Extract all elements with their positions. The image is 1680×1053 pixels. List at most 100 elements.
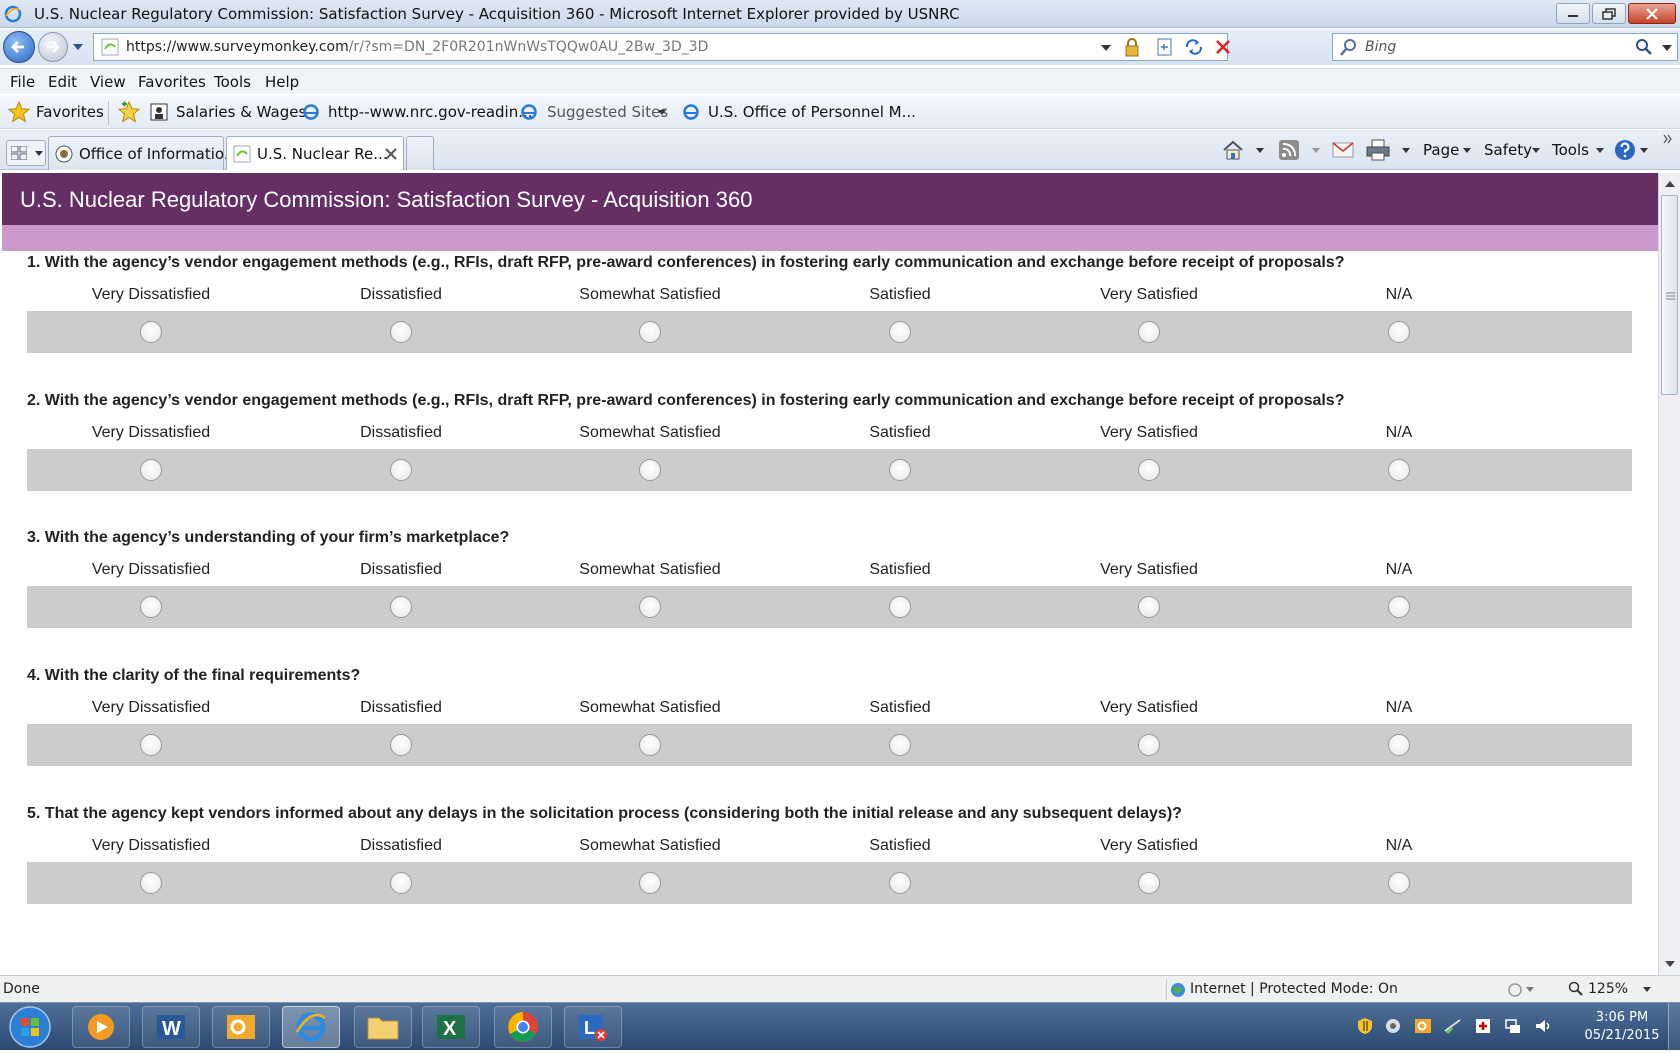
safety-menu[interactable]: Safety: [1484, 141, 1532, 159]
taskbar-chrome[interactable]: [494, 1006, 552, 1048]
close-window-button[interactable]: [1628, 3, 1676, 24]
lock-icon[interactable]: [1124, 37, 1140, 57]
home-icon[interactable]: [1222, 140, 1244, 160]
taskbar-outlook[interactable]: [212, 1006, 270, 1048]
radio-dissatisfied[interactable]: [390, 872, 412, 894]
quick-tabs-button[interactable]: [6, 140, 46, 166]
safety-dropdown-icon[interactable]: [1532, 148, 1540, 154]
favorite-opm[interactable]: U.S. Office of Personnel M...: [708, 103, 916, 121]
favorite-nrc-gov[interactable]: http--www.nrc.gov-readin...: [328, 103, 533, 121]
taskbar-excel[interactable]: X: [422, 1006, 480, 1048]
feeds-icon[interactable]: [1278, 139, 1300, 161]
menu-view[interactable]: View: [90, 73, 126, 91]
restore-button[interactable]: [1592, 3, 1626, 24]
taskbar-internet-explorer[interactable]: [282, 1006, 340, 1048]
tools-dropdown-icon[interactable]: [1596, 148, 1604, 154]
minimize-button[interactable]: [1556, 3, 1590, 24]
radio-dissatisfied[interactable]: [390, 734, 412, 756]
system-clock[interactable]: 3:06 PM 05/21/2015: [1574, 1009, 1670, 1045]
radio-dissatisfied[interactable]: [390, 596, 412, 618]
security-zone-text[interactable]: Internet | Protected Mode: On: [1190, 981, 1398, 997]
favorites-star-icon[interactable]: [8, 101, 30, 123]
toolbar-overflow-icon[interactable]: [1663, 134, 1673, 144]
recent-pages-dropdown-icon[interactable]: [72, 42, 84, 52]
radio-na[interactable]: [1388, 459, 1410, 481]
tab-us-nuclear-regulatory[interactable]: U.S. Nuclear Re...: [226, 136, 404, 170]
tray-volume-icon[interactable]: [1534, 1017, 1552, 1035]
menu-edit[interactable]: Edit: [48, 73, 77, 91]
scrollbar-thumb[interactable]: [1661, 195, 1678, 395]
back-button[interactable]: [3, 31, 35, 63]
radio-very-dissatisfied[interactable]: [140, 872, 162, 894]
menu-help[interactable]: Help: [265, 73, 299, 91]
close-tab-icon[interactable]: [385, 148, 397, 160]
tools-menu[interactable]: Tools: [1552, 141, 1589, 159]
protected-mode-options-icon[interactable]: [1508, 982, 1534, 998]
menu-favorites[interactable]: Favorites: [138, 73, 206, 91]
taskbar-lync[interactable]: L: [564, 1006, 622, 1048]
radio-satisfied[interactable]: [889, 734, 911, 756]
radio-very-dissatisfied[interactable]: [140, 321, 162, 343]
radio-very-dissatisfied[interactable]: [140, 459, 162, 481]
print-icon[interactable]: [1366, 139, 1390, 161]
stop-icon[interactable]: [1214, 38, 1232, 56]
radio-very-satisfied[interactable]: [1138, 321, 1160, 343]
radio-dissatisfied[interactable]: [390, 321, 412, 343]
menu-file[interactable]: File: [10, 73, 35, 91]
radio-very-satisfied[interactable]: [1138, 734, 1160, 756]
taskbar-word[interactable]: W: [142, 1006, 200, 1048]
radio-very-satisfied[interactable]: [1138, 872, 1160, 894]
chevron-down-icon[interactable]: [657, 109, 667, 117]
favorites-button[interactable]: Favorites: [36, 103, 104, 121]
favorite-suggested-sites[interactable]: Suggested Sites: [547, 103, 668, 121]
read-mail-icon[interactable]: [1332, 142, 1354, 158]
radio-somewhat-satisfied[interactable]: [639, 459, 661, 481]
search-options-dropdown-icon[interactable]: [1661, 43, 1673, 53]
taskbar-media-player[interactable]: [72, 1006, 130, 1048]
url-dropdown-icon[interactable]: [1100, 43, 1112, 53]
radio-na[interactable]: [1388, 734, 1410, 756]
refresh-icon[interactable]: [1184, 38, 1204, 56]
radio-very-dissatisfied[interactable]: [140, 734, 162, 756]
tray-network-icon[interactable]: [1504, 1017, 1522, 1035]
favorite-salaries-wages[interactable]: Salaries & Wages: [176, 103, 306, 121]
scroll-down-icon[interactable]: [1665, 961, 1675, 968]
radio-dissatisfied[interactable]: [390, 459, 412, 481]
tray-connection-icon[interactable]: [1444, 1017, 1462, 1035]
radio-satisfied[interactable]: [889, 872, 911, 894]
radio-somewhat-satisfied[interactable]: [639, 734, 661, 756]
print-dropdown-icon[interactable]: [1402, 148, 1410, 154]
radio-na[interactable]: [1388, 872, 1410, 894]
vertical-scrollbar[interactable]: [1658, 173, 1680, 975]
forward-button[interactable]: [38, 32, 68, 62]
radio-very-satisfied[interactable]: [1138, 459, 1160, 481]
page-menu[interactable]: Page: [1423, 141, 1459, 159]
radio-na[interactable]: [1388, 596, 1410, 618]
add-to-favorites-bar-icon[interactable]: [118, 101, 142, 123]
tab-office-of-information[interactable]: Office of Informatio...: [48, 136, 238, 170]
radio-somewhat-satisfied[interactable]: [639, 872, 661, 894]
radio-somewhat-satisfied[interactable]: [639, 596, 661, 618]
tray-outlook-icon[interactable]: [1414, 1017, 1432, 1035]
compatibility-view-icon[interactable]: [1156, 38, 1174, 56]
zoom-icon[interactable]: [1568, 981, 1584, 997]
new-tab-button[interactable]: [406, 136, 434, 170]
radio-very-dissatisfied[interactable]: [140, 596, 162, 618]
radio-na[interactable]: [1388, 321, 1410, 343]
taskbar-file-explorer[interactable]: [354, 1006, 412, 1048]
radio-satisfied[interactable]: [889, 459, 911, 481]
search-field[interactable]: Bing: [1332, 33, 1678, 61]
radio-satisfied[interactable]: [889, 596, 911, 618]
tray-update-icon[interactable]: [1474, 1017, 1492, 1035]
zoom-level[interactable]: 125%: [1588, 981, 1628, 997]
start-button[interactable]: [8, 1005, 58, 1049]
radio-somewhat-satisfied[interactable]: [639, 321, 661, 343]
tray-network-status-icon[interactable]: [1384, 1017, 1402, 1035]
scroll-up-icon[interactable]: [1665, 181, 1675, 188]
tray-shield-icon[interactable]: [1356, 1017, 1374, 1035]
menu-tools[interactable]: Tools: [214, 73, 251, 91]
url-field[interactable]: https://www.surveymonkey.com/r/?sm=DN_2F…: [93, 33, 1230, 61]
help-icon[interactable]: [1614, 139, 1636, 161]
show-desktop-button[interactable]: [1668, 1003, 1680, 1051]
page-dropdown-icon[interactable]: [1463, 148, 1471, 154]
